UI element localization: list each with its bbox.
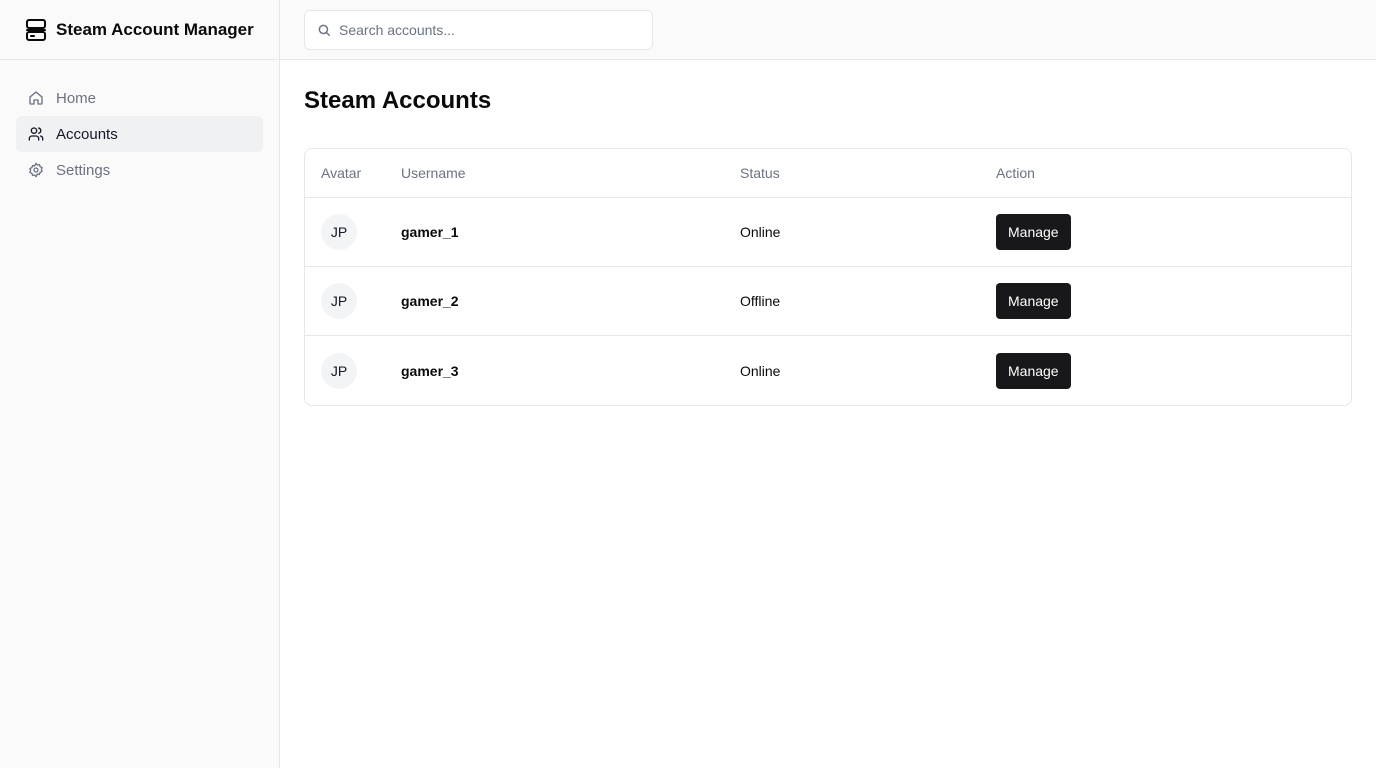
page-title: Steam Accounts [304,87,492,114]
sidebar-item-label: Settings [56,161,111,179]
table-row: JP gamer_2 Offline Manage [305,267,1351,336]
column-header-avatar: Avatar [321,165,362,181]
username-cell: gamer_2 [401,293,459,309]
search-icon [317,23,331,37]
server-icon [24,18,48,42]
sidebar-item-label: Home [56,89,97,107]
status-cell: Offline [740,293,781,309]
sidebar-item-home[interactable]: Home [16,80,263,116]
users-icon [28,126,44,142]
column-header-username: Username [401,165,466,181]
manage-button[interactable]: Manage [996,352,1071,389]
sidebar-item-accounts[interactable]: Accounts [16,116,263,152]
username-cell: gamer_3 [401,362,459,379]
table-header: Avatar Username Status Action [305,149,1351,198]
username-cell: gamer_1 [401,224,459,240]
sidebar-item-label: Accounts [56,125,118,143]
search-input[interactable] [339,22,639,38]
avatar: JP [321,214,357,250]
gear-icon [28,162,44,178]
app-title: Steam Account Manager [56,19,254,39]
avatar: JP [321,283,357,319]
sidebar-nav: Home Accounts Settings [0,60,279,208]
main-content: Steam Accounts Avatar Username Status Ac… [304,60,1352,406]
manage-button[interactable]: Manage [996,214,1071,250]
accounts-table: Avatar Username Status Action JP gamer_1… [304,148,1352,406]
top-bar [280,0,1376,60]
manage-button[interactable]: Manage [996,283,1071,319]
status-cell: Online [740,224,781,240]
search-box[interactable] [304,10,653,50]
column-header-status: Status [740,165,780,181]
column-header-action: Action [996,165,1035,181]
status-cell: Online [740,362,781,379]
home-icon [28,90,44,106]
sidebar-item-settings[interactable]: Settings [16,152,263,188]
sidebar: Steam Account Manager Home Accounts Sett… [0,0,280,768]
table-row: JP gamer_3 Online Manage [305,336,1351,405]
table-row: JP gamer_1 Online Manage [305,198,1351,267]
brand: Steam Account Manager [0,0,279,60]
avatar: JP [321,352,357,389]
